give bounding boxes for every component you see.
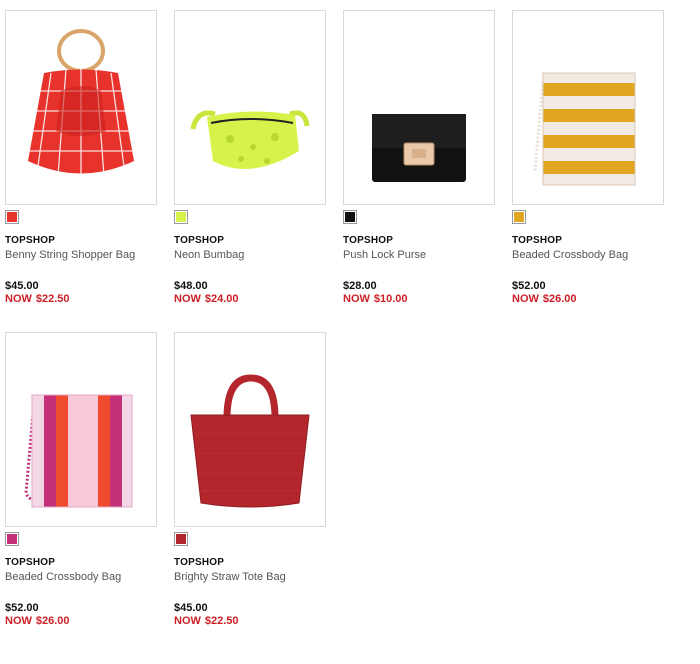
product-image[interactable] <box>343 10 495 205</box>
product-brand: TOPSHOP <box>174 557 225 568</box>
original-price: $52.00 <box>5 602 39 614</box>
color-swatch[interactable] <box>343 210 357 224</box>
sale-price-line: NOW $26.00 <box>5 615 70 627</box>
sale-price-line: NOW $22.50 <box>5 293 70 305</box>
pink-beaded-crossbody-bag-image <box>24 394 133 508</box>
color-swatch[interactable] <box>512 210 526 224</box>
original-price: $45.00 <box>174 602 208 614</box>
swatch-fill <box>7 212 17 222</box>
sale-label: NOW <box>5 293 32 305</box>
original-price: $48.00 <box>174 280 208 292</box>
sale-label: NOW <box>512 293 539 305</box>
sale-label: NOW <box>174 615 201 627</box>
product-brand: TOPSHOP <box>343 235 394 246</box>
color-swatch[interactable] <box>174 532 188 546</box>
sale-label: NOW <box>343 293 370 305</box>
product-name[interactable]: Beaded Crossbody Bag <box>5 571 121 583</box>
sale-price: $26.00 <box>35 615 70 627</box>
sale-price: $22.50 <box>204 615 239 627</box>
color-swatch[interactable] <box>174 210 188 224</box>
yellow-beaded-crossbody-bag-image <box>533 72 636 186</box>
neon-yellow-bumbag-image <box>190 110 310 169</box>
product-name[interactable]: Push Lock Purse <box>343 249 426 261</box>
sale-price-line: NOW $22.50 <box>174 615 239 627</box>
product-grid: TOPSHOP Benny String Shopper Bag $45.00 … <box>0 0 700 664</box>
color-swatch[interactable] <box>5 210 19 224</box>
sale-label: NOW <box>174 293 201 305</box>
product-name[interactable]: Neon Bumbag <box>174 249 244 261</box>
color-swatch[interactable] <box>5 532 19 546</box>
red-straw-tote-bag-image <box>190 374 310 508</box>
sale-price: $22.50 <box>35 293 70 305</box>
swatch-fill <box>7 534 17 544</box>
product-image[interactable] <box>5 332 157 527</box>
product-name[interactable]: Beaded Crossbody Bag <box>512 249 628 261</box>
swatch-fill <box>514 212 524 222</box>
product-brand: TOPSHOP <box>5 557 56 568</box>
original-price: $28.00 <box>343 280 377 292</box>
sale-price: $10.00 <box>373 293 408 305</box>
swatch-fill <box>176 212 186 222</box>
product-image[interactable] <box>174 332 326 527</box>
sale-label: NOW <box>5 615 32 627</box>
black-push-lock-purse-image <box>372 114 466 182</box>
sale-price: $26.00 <box>542 293 577 305</box>
swatch-fill <box>345 212 355 222</box>
sale-price: $24.00 <box>204 293 239 305</box>
product-image[interactable] <box>512 10 664 205</box>
original-price: $52.00 <box>512 280 546 292</box>
swatch-fill <box>176 534 186 544</box>
product-image[interactable] <box>5 10 157 205</box>
product-brand: TOPSHOP <box>174 235 225 246</box>
sale-price-line: NOW $26.00 <box>512 293 577 305</box>
product-name[interactable]: Brighty Straw Tote Bag <box>174 571 286 583</box>
product-image[interactable] <box>174 10 326 205</box>
sale-price-line: NOW $24.00 <box>174 293 239 305</box>
sale-price-line: NOW $10.00 <box>343 293 408 305</box>
product-name[interactable]: Benny String Shopper Bag <box>5 249 135 261</box>
red-string-shopper-bag-image <box>28 29 134 181</box>
product-brand: TOPSHOP <box>5 235 56 246</box>
product-brand: TOPSHOP <box>512 235 563 246</box>
original-price: $45.00 <box>5 280 39 292</box>
